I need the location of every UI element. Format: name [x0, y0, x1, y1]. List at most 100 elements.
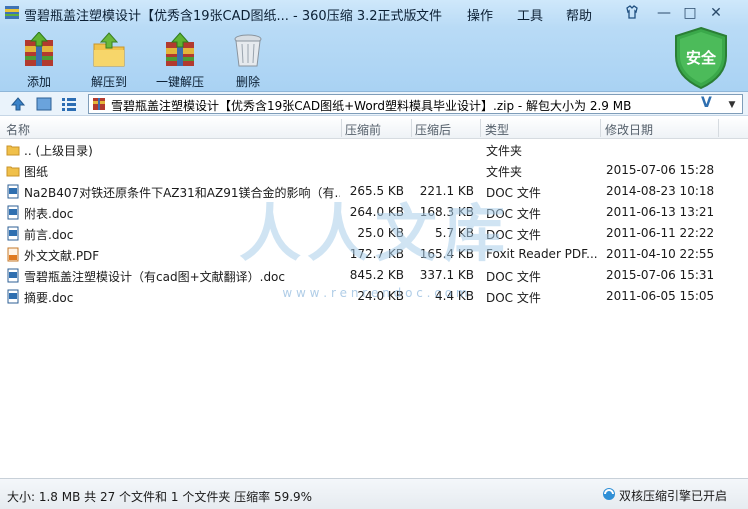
- file-date: 2011-06-05 15:05: [606, 289, 715, 303]
- file-type: 文件夹: [486, 144, 523, 158]
- list-item[interactable]: 雪碧瓶盖注塑模设计（有cad图+文献翻译）.doc 845.2 KB 337.1…: [0, 265, 748, 286]
- file-size-before: 172.7 KB: [349, 247, 404, 261]
- menu-help[interactable]: 帮助: [566, 5, 592, 24]
- file-type: 文件夹: [486, 165, 523, 179]
- doc-file-icon: [7, 289, 19, 304]
- shield-icon: 安全: [675, 26, 727, 90]
- doc-file-icon: [7, 205, 19, 220]
- close-button[interactable]: ✕: [706, 4, 726, 22]
- menu-file[interactable]: 文件: [416, 5, 442, 24]
- menu-operations[interactable]: 操作: [467, 5, 493, 24]
- maximize-button[interactable]: □: [680, 4, 700, 22]
- file-size-after: 165.4 KB: [419, 247, 474, 261]
- folder-icon: [6, 145, 20, 156]
- address-field[interactable]: 雪碧瓶盖注塑模设计【优秀含19张CAD图纸+Word塑料模具毕业设计】.zip …: [88, 94, 743, 114]
- file-name: 附表.doc: [24, 207, 74, 221]
- verify-icon[interactable]: V: [701, 95, 712, 111]
- window-title: 雪碧瓶盖注塑模设计【优秀含19张CAD图纸... - 360压缩 3.2正式版: [24, 9, 417, 24]
- file-size-after: 5.7 KB: [435, 226, 474, 240]
- column-name[interactable]: 名称: [6, 121, 30, 138]
- column-divider[interactable]: [600, 119, 601, 137]
- file-size-after: 168.3 KB: [419, 205, 474, 219]
- minimize-button[interactable]: —: [654, 4, 674, 22]
- file-name: 雪碧瓶盖注塑模设计（有cad图+文献翻译）.doc: [24, 270, 285, 284]
- file-name: 摘要.doc: [24, 291, 74, 305]
- doc-file-icon: [7, 226, 19, 241]
- pdf-file-icon: [7, 247, 19, 262]
- file-name: .. (上级目录): [24, 144, 93, 158]
- file-size-after: 4.4 KB: [435, 289, 474, 303]
- list-item-parent-directory[interactable]: .. (上级目录) 文件夹: [0, 139, 748, 160]
- column-divider[interactable]: [341, 119, 342, 137]
- file-name: 图纸: [24, 165, 49, 179]
- file-date: 2011-06-13 13:21: [606, 205, 715, 219]
- extract-to-label: 解压到: [90, 75, 127, 89]
- archive-summary: 大小: 1.8 MB 共 27 个文件和 1 个文件夹 压缩率 59.9%: [7, 490, 313, 504]
- doc-file-icon: [7, 268, 19, 283]
- file-size-after: 221.1 KB: [419, 184, 474, 198]
- address-path: 雪碧瓶盖注塑模设计【优秀含19张CAD图纸+Word塑料模具毕业设计】.zip …: [111, 99, 632, 113]
- list-item[interactable]: 外文文献.PDF 172.7 KB 165.4 KB Foxit Reader …: [0, 244, 748, 265]
- archive-app-icon: [5, 6, 19, 19]
- trash-icon: [234, 34, 262, 67]
- column-size-after[interactable]: 压缩后: [415, 121, 451, 138]
- file-name: 前言.doc: [24, 228, 74, 242]
- file-type: DOC 文件: [486, 207, 541, 221]
- list-item[interactable]: 摘要.doc 24.0 KB 4.4 KB DOC 文件 2011-06-05 …: [0, 286, 748, 307]
- one-click-extract-icon: [166, 32, 194, 66]
- file-name: 外文文献.PDF: [24, 249, 100, 263]
- column-modified[interactable]: 修改日期: [605, 121, 653, 138]
- address-row: 雪碧瓶盖注塑模设计【优秀含19张CAD图纸+Word塑料模具毕业设计】.zip …: [0, 92, 748, 116]
- file-date: 2015-07-06 15:31: [606, 268, 715, 282]
- column-divider[interactable]: [411, 119, 412, 137]
- status-bar: 大小: 1.8 MB 共 27 个文件和 1 个文件夹 压缩率 59.9% 双核…: [0, 478, 748, 509]
- file-size-before: 264.0 KB: [349, 205, 404, 219]
- chevron-down-icon[interactable]: ▼: [724, 98, 740, 112]
- list-view-icon[interactable]: [61, 96, 77, 112]
- add-label: 添加: [26, 75, 51, 89]
- file-date: 2011-04-10 22:55: [606, 247, 715, 261]
- folder-icon: [6, 166, 20, 177]
- file-type: DOC 文件: [486, 291, 541, 305]
- list-item[interactable]: 前言.doc 25.0 KB 5.7 KB DOC 文件 2011-06-11 …: [0, 223, 748, 244]
- column-header: 名称 压缩前 压缩后 类型 修改日期: [0, 117, 748, 139]
- list-item[interactable]: 附表.doc 264.0 KB 168.3 KB DOC 文件 2011-06-…: [0, 202, 748, 223]
- extract-to-button[interactable]: 解压到: [84, 30, 134, 89]
- one-click-extract-label: 一键解压: [155, 75, 204, 89]
- delete-button[interactable]: 删除: [226, 30, 270, 89]
- file-list: .. (上级目录) 文件夹 图纸 文件夹 2015-07-06 15:28 Na…: [0, 139, 748, 478]
- file-name: Na2B407对铁还原条件下AZ31和AZ91镁合金的影响（有...: [24, 186, 340, 200]
- skin-icon[interactable]: [622, 4, 642, 22]
- file-size-after: 337.1 KB: [419, 268, 474, 282]
- window-chrome: 雪碧瓶盖注塑模设计【优秀含19张CAD图纸... - 360压缩 3.2正式版 …: [0, 0, 748, 92]
- up-arrow-icon[interactable]: [10, 96, 26, 112]
- file-type: Foxit Reader PDF...: [486, 247, 598, 261]
- column-type[interactable]: 类型: [485, 121, 509, 138]
- list-item[interactable]: 图纸 文件夹 2015-07-06 15:28: [0, 160, 748, 181]
- zip-file-icon: [93, 98, 105, 110]
- column-divider[interactable]: [718, 119, 719, 137]
- list-item[interactable]: Na2B407对铁还原条件下AZ31和AZ91镁合金的影响（有... 265.5…: [0, 181, 748, 202]
- column-size-before[interactable]: 压缩前: [345, 121, 381, 138]
- title-bar: 雪碧瓶盖注塑模设计【优秀含19张CAD图纸... - 360压缩 3.2正式版 …: [0, 0, 748, 26]
- security-shield[interactable]: 安全: [672, 26, 730, 90]
- file-type: DOC 文件: [486, 228, 541, 242]
- toolbar: 添加 解压到 一键解压 删除: [0, 26, 640, 90]
- add-button[interactable]: 添加: [14, 30, 64, 89]
- one-click-extract-button[interactable]: 一键解压: [152, 30, 208, 89]
- file-type: DOC 文件: [486, 270, 541, 284]
- file-size-before: 24.0 KB: [357, 289, 404, 303]
- engine-status[interactable]: 双核压缩引擎已开启: [619, 487, 727, 504]
- file-size-before: 25.0 KB: [357, 226, 404, 240]
- add-archive-icon: [25, 32, 53, 66]
- menu-tools[interactable]: 工具: [517, 5, 543, 24]
- large-icon-view-icon[interactable]: [36, 96, 52, 112]
- file-size-before: 845.2 KB: [349, 268, 404, 282]
- doc-file-icon: [7, 184, 19, 199]
- dual-core-engine-icon: [603, 488, 615, 500]
- file-date: 2014-08-23 10:18: [606, 184, 715, 198]
- file-type: DOC 文件: [486, 186, 541, 200]
- file-date: 2011-06-11 22:22: [606, 226, 715, 240]
- file-date: 2015-07-06 15:28: [606, 163, 715, 177]
- column-divider[interactable]: [480, 119, 481, 137]
